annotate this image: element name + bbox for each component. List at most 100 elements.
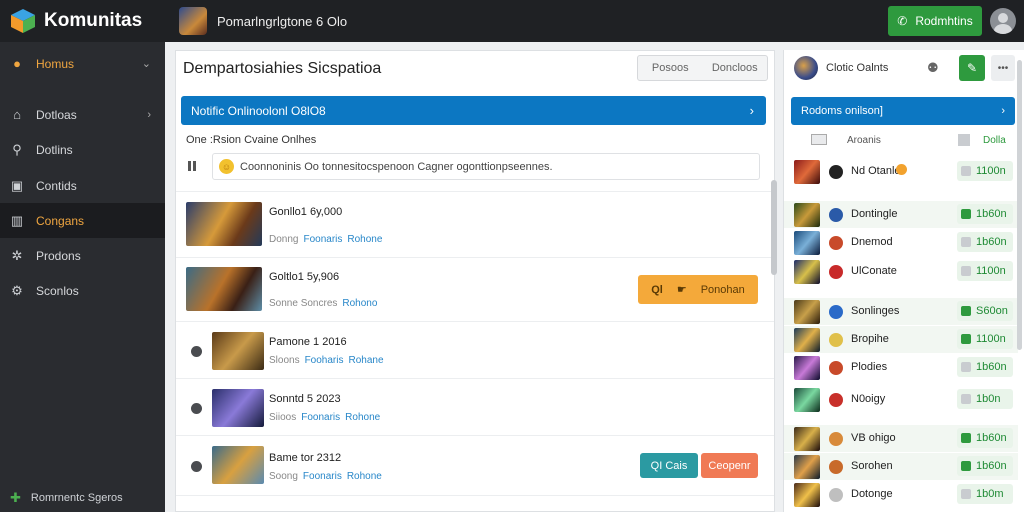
add-user-icon[interactable]: ⚉ [927, 60, 939, 76]
feed-item[interactable]: Gonllo1 6y,000 Donng Foonaris Rohone [176, 191, 774, 257]
right-list-value[interactable]: 1100n [957, 329, 1013, 349]
right-column-headers: Aroanis Dolla [791, 132, 1015, 150]
value-text: S60on [976, 305, 1008, 317]
checkbox-icon[interactable] [961, 237, 971, 247]
meta-text: Soong [269, 471, 298, 482]
avatar [829, 265, 843, 279]
more-button[interactable]: ••• [991, 55, 1015, 81]
right-list-value[interactable]: 1b60n [957, 204, 1013, 224]
checkbox-icon[interactable] [961, 394, 971, 404]
right-list-row[interactable]: Dotonge 1b0m [784, 481, 1018, 508]
right-list-value[interactable]: 1b60n [957, 456, 1013, 476]
checkbox-icon[interactable] [961, 209, 971, 219]
right-list-value[interactable]: 1b60n [957, 428, 1013, 448]
checkbox-icon[interactable] [961, 266, 971, 276]
feed-item[interactable]: Sonntd 5 2023 Siioos Foonaris Rohone [176, 378, 774, 435]
checkbox-icon[interactable] [961, 334, 971, 344]
home-icon: ● [13, 56, 21, 71]
chevron-right-icon: › [1001, 105, 1005, 117]
user-avatar[interactable] [990, 8, 1016, 34]
avatar [829, 361, 843, 375]
right-list-value[interactable]: S60on [957, 301, 1013, 321]
game-thumbnail [794, 300, 820, 324]
checkbox-icon[interactable] [961, 489, 971, 499]
game-thumbnail [794, 427, 820, 451]
meta-link[interactable]: Rohono [342, 298, 377, 309]
top-cta-button[interactable]: ✆ Rodmhtins [888, 6, 982, 36]
checkbox-icon[interactable] [961, 433, 971, 443]
value-text: 1b0n [976, 393, 1001, 405]
right-list-row[interactable]: Plodies 1b60n [784, 354, 1018, 381]
right-list-name: UlConate [851, 265, 897, 277]
top-profile[interactable]: Pomarlngrlgtone 6 Olo [179, 7, 347, 35]
right-list-value[interactable]: 1b0m [957, 484, 1013, 504]
avatar [829, 393, 843, 407]
main-panel: Dempartosiahies Sicspatioa Posoos Donclo… [175, 50, 775, 512]
checkbox-icon[interactable] [961, 461, 971, 471]
right-list-row[interactable]: Sonlinges S60on [784, 298, 1018, 325]
right-list-row[interactable]: Nd Otanle 1100n [784, 158, 1018, 185]
right-scrollbar[interactable] [1017, 60, 1022, 350]
checkbox-icon[interactable] [961, 166, 971, 176]
right-list-row[interactable]: N0oigy 1b0n [784, 386, 1018, 413]
right-user-avatar [794, 56, 818, 80]
checkbox-icon[interactable] [961, 306, 971, 316]
emoji-icon[interactable]: ☺ [219, 159, 234, 174]
main-scrollbar[interactable] [771, 180, 777, 275]
column-header: Aroanis [847, 135, 881, 146]
right-list-row[interactable]: UlConate 1100n [784, 258, 1018, 285]
comment-input[interactable]: ☺ Coonnoninis Oo tonnesitocspenoon Cagne… [212, 153, 760, 180]
right-list-name: VB ohigo [851, 432, 896, 444]
pause-icon[interactable] [188, 161, 196, 171]
right-list-row[interactable]: Dnemod 1b60n [784, 229, 1018, 256]
feed-item[interactable]: Pamone 1 2016 Sloons Fooharis Rohane [176, 321, 774, 378]
right-list-value[interactable]: 1b60n [957, 232, 1013, 252]
meta-link[interactable]: Rohone [347, 471, 382, 482]
notification-banner[interactable]: Notific Onlinoolonl O8lO8 › [181, 96, 766, 125]
search-icon: ⚲ [12, 141, 22, 157]
sidebar-item-dotlins[interactable]: ⚲ Dotlins [0, 132, 165, 167]
sidebar-item-contids[interactable]: ▣ Contids [0, 168, 165, 203]
right-list-row[interactable]: Sorohen 1b60n [784, 453, 1018, 480]
meta-link[interactable]: Foonaris [303, 471, 342, 482]
salmon-action-button[interactable]: Ceopenr [701, 453, 758, 478]
right-list-row[interactable]: VB ohigo 1b60n [784, 425, 1018, 452]
game-thumbnail [186, 267, 262, 311]
teal-action-button[interactable]: QI Cais [640, 453, 698, 478]
avatar [829, 333, 843, 347]
app-logo[interactable]: Komunitas [0, 0, 165, 42]
sidebar-item-label: Homus [36, 56, 75, 71]
feed-item[interactable]: Goltlo1 5y,906 Sonne Soncres Rohono Ql ☛… [176, 257, 774, 321]
toggle-right[interactable]: Doncloos [703, 62, 768, 74]
edit-button[interactable]: ✎ [959, 55, 985, 81]
feed-action-button[interactable]: Ql ☛ Ponohan [638, 275, 758, 304]
meta-link[interactable]: Rohone [347, 234, 382, 245]
sidebar-item-prodons[interactable]: ✲ Prodons [0, 238, 165, 273]
sidebar-item-congans[interactable]: ▥ Congans [0, 203, 165, 238]
sidebar-item-sconlos[interactable]: ⚙ Sconlos [0, 273, 165, 308]
right-list-row[interactable]: Bropihe 1100n [784, 326, 1018, 353]
checkbox-icon[interactable] [961, 362, 971, 372]
feed-item[interactable]: Bame tor 2312 Soong Foonaris Rohone QI C… [176, 435, 774, 495]
right-list-value[interactable]: 1b0n [957, 389, 1013, 409]
meta-link[interactable]: Foonaris [303, 234, 342, 245]
more-icon: ••• [997, 62, 1009, 74]
house-icon: ⌂ [13, 107, 21, 122]
right-list-value[interactable]: 1100n [957, 161, 1013, 181]
sidebar-item-dotloas[interactable]: ⌂ Dotloas › [0, 97, 165, 132]
sidebar-item-home[interactable]: ● Homus ⌄ [0, 46, 165, 81]
game-thumbnail [186, 202, 262, 246]
sidebar-footer[interactable]: ✚ Romrnentc Sgeros [10, 490, 123, 506]
meta-link[interactable]: Rohane [348, 355, 383, 366]
view-toggle: Posoos Doncloos [637, 55, 768, 81]
column-icon [811, 134, 827, 145]
right-list-row[interactable]: Dontingle 1b60n [784, 201, 1018, 228]
right-list-value[interactable]: 1100n [957, 261, 1013, 281]
right-user[interactable]: Clotic Oalnts [794, 56, 888, 80]
meta-link[interactable]: Rohone [345, 412, 380, 423]
meta-link[interactable]: Foonaris [301, 412, 340, 423]
right-list-value[interactable]: 1b60n [957, 357, 1013, 377]
right-header-bar[interactable]: Rodoms onilson] › [791, 97, 1015, 125]
toggle-left[interactable]: Posoos [638, 62, 703, 74]
meta-link[interactable]: Fooharis [305, 355, 344, 366]
